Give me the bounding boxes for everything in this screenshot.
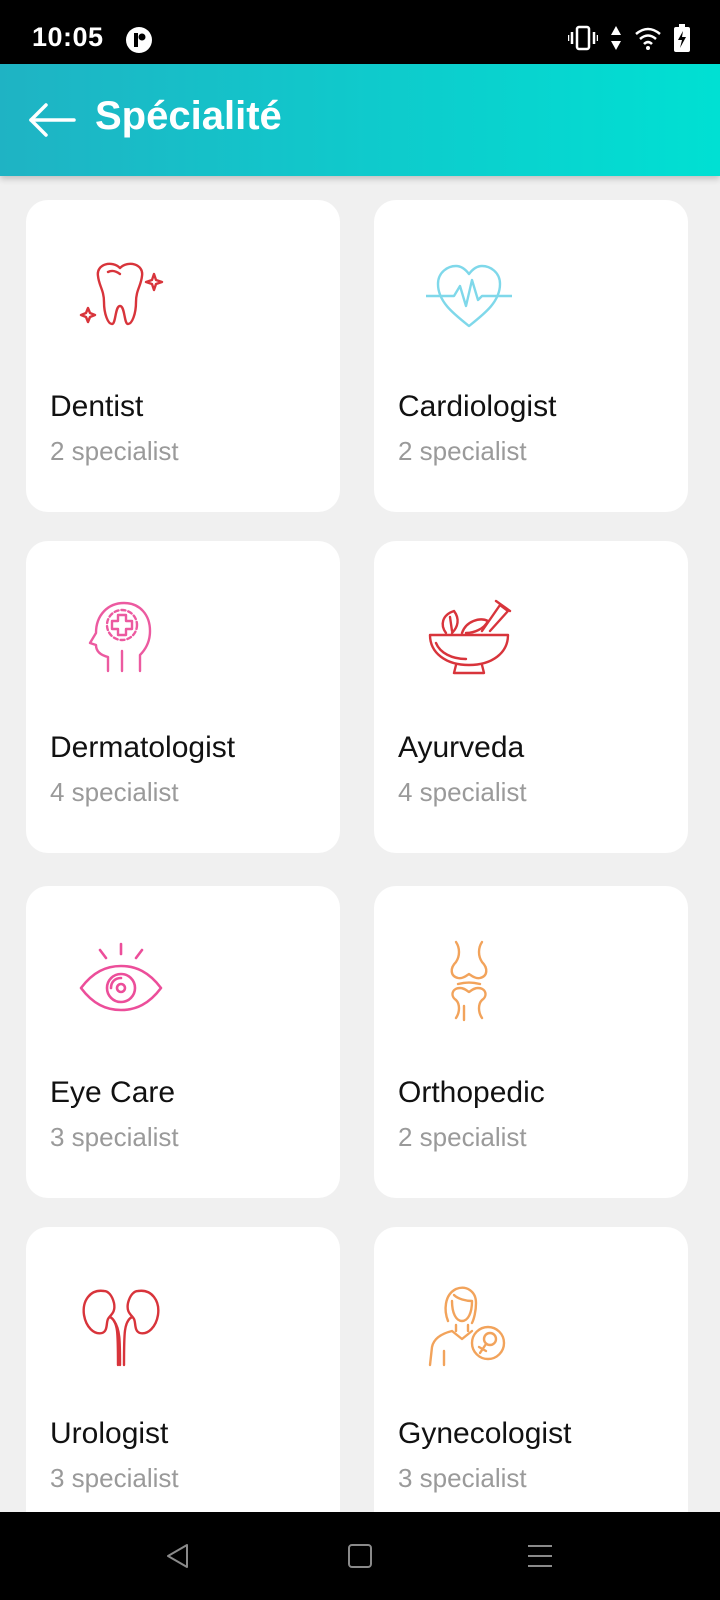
home-square-icon xyxy=(348,1544,372,1568)
head-cross-icon xyxy=(88,601,152,673)
specialty-card-eye-care[interactable]: Eye Care 3 specialist xyxy=(26,886,340,1198)
tooth-icon xyxy=(79,262,164,326)
app-bar: Spécialité xyxy=(0,64,720,176)
app-notification-icon xyxy=(126,27,152,53)
nav-back-button[interactable] xyxy=(158,1536,198,1576)
specialty-card-ayurveda[interactable]: Ayurveda 4 specialist xyxy=(374,541,688,853)
specialist-count: 4 specialist xyxy=(398,777,527,807)
eye-icon xyxy=(79,942,163,1012)
system-nav-bar xyxy=(0,1512,720,1600)
specialty-name: Dentist xyxy=(50,390,144,423)
specialty-name: Orthopedic xyxy=(398,1076,545,1109)
specialist-count: 3 specialist xyxy=(50,1122,179,1152)
back-button[interactable] xyxy=(24,98,80,142)
status-icons xyxy=(568,24,690,52)
heartbeat-icon xyxy=(426,264,512,328)
page-title: Spécialité xyxy=(95,94,282,138)
specialty-card-dermatologist[interactable]: Dermatologist 4 specialist xyxy=(26,541,340,853)
specialist-count: 2 specialist xyxy=(398,1122,527,1152)
specialty-name: Urologist xyxy=(50,1417,169,1450)
knee-joint-icon xyxy=(450,940,488,1022)
specialty-name: Gynecologist xyxy=(398,1417,572,1450)
nav-menu-button[interactable] xyxy=(520,1536,560,1576)
specialist-count: 3 specialist xyxy=(50,1463,179,1493)
specialty-name: Dermatologist xyxy=(50,731,236,764)
female-doctor-icon xyxy=(428,1286,506,1367)
specialist-count: 2 specialist xyxy=(398,436,527,466)
specialty-card-cardiologist[interactable]: Cardiologist 2 specialist xyxy=(374,200,688,512)
status-time: 10:05 xyxy=(32,22,104,52)
vibrate-icon xyxy=(568,25,598,51)
specialist-count: 2 specialist xyxy=(50,436,179,466)
wifi-icon xyxy=(635,27,661,50)
specialist-count: 3 specialist xyxy=(398,1463,527,1493)
mortar-pestle-icon xyxy=(428,599,512,675)
specialty-card-orthopedic[interactable]: Orthopedic 2 specialist xyxy=(374,886,688,1198)
status-bar: 10:05 xyxy=(0,0,720,64)
specialist-count: 4 specialist xyxy=(50,777,179,807)
data-arrows-icon xyxy=(611,26,621,50)
specialty-card-dentist[interactable]: Dentist 2 specialist xyxy=(26,200,340,512)
back-triangle-icon xyxy=(167,1544,188,1568)
specialty-card-urologist[interactable]: Urologist 3 specialist xyxy=(26,1227,340,1512)
nav-home-button[interactable] xyxy=(340,1536,380,1576)
specialty-name: Ayurveda xyxy=(398,731,525,764)
arrow-left-icon xyxy=(29,103,76,137)
kidneys-icon xyxy=(82,1289,160,1367)
menu-lines-icon xyxy=(528,1545,552,1567)
battery-charging-icon xyxy=(674,24,690,52)
specialty-name: Eye Care xyxy=(50,1076,176,1109)
specialty-card-gynecologist[interactable]: Gynecologist 3 specialist xyxy=(374,1227,688,1512)
specialty-name: Cardiologist xyxy=(398,390,557,423)
specialty-list[interactable]: Dentist 2 specialist Cardiologist 2 spec… xyxy=(0,176,720,1512)
